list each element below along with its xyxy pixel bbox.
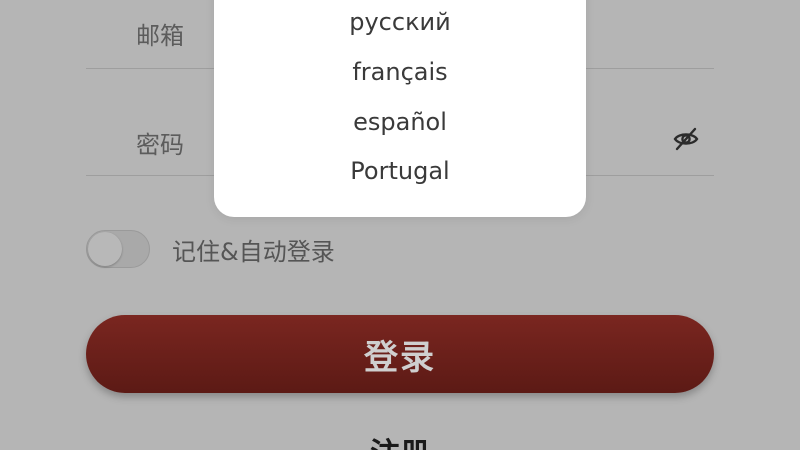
language-dropdown: русский français español Portugal: [214, 0, 586, 217]
login-button[interactable]: 登录: [86, 315, 714, 393]
email-label: 邮箱: [136, 22, 184, 50]
password-label: 密码: [136, 131, 184, 159]
language-option-spanish[interactable]: español: [214, 97, 586, 147]
eye-slash-icon[interactable]: [670, 123, 702, 155]
remember-row: 记住&自动登录: [86, 227, 335, 271]
toggle-knob: [88, 232, 122, 266]
language-option-french[interactable]: français: [214, 47, 586, 97]
remember-toggle[interactable]: [86, 230, 150, 268]
language-option-russian[interactable]: русский: [214, 0, 586, 47]
remember-label: 记住&自动登录: [172, 237, 335, 266]
language-option-portuguese[interactable]: Portugal: [214, 146, 586, 196]
register-link[interactable]: 注册: [0, 440, 800, 450]
login-screen: 邮箱 密码 记住&自动登录 登录 注册 русский français esp…: [0, 0, 800, 450]
